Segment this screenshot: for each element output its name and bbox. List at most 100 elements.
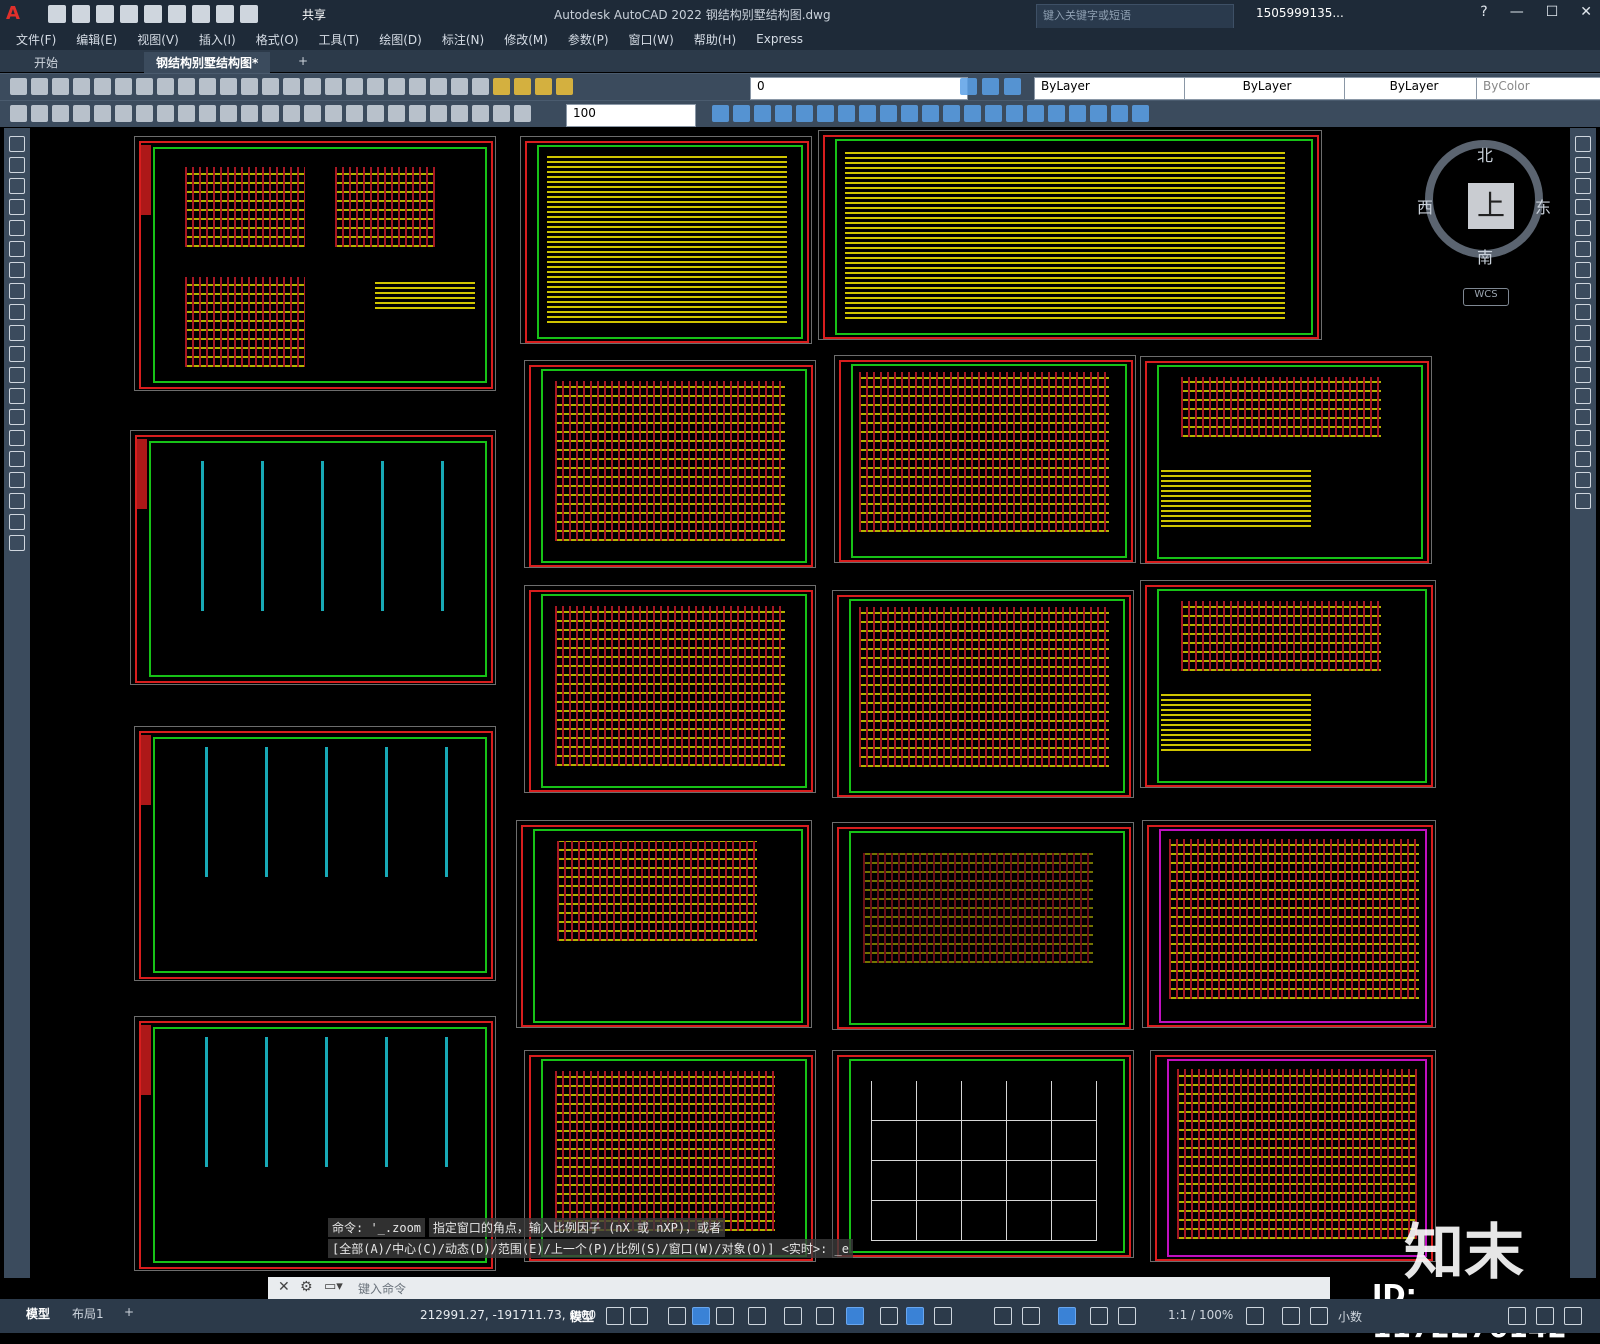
- lineweight-icon[interactable]: [880, 1307, 898, 1325]
- materials-icon[interactable]: [1090, 105, 1107, 122]
- fillet-icon[interactable]: [1575, 451, 1591, 467]
- table-icon[interactable]: [9, 493, 25, 509]
- drawing-sheet[interactable]: [134, 726, 496, 981]
- polygon-icon[interactable]: [9, 199, 25, 215]
- redo-icon[interactable]: [241, 78, 258, 95]
- menu-modify[interactable]: 修改(M): [504, 31, 548, 48]
- table-style-icon[interactable]: [472, 105, 489, 122]
- cut-icon[interactable]: [136, 78, 153, 95]
- drawing-sheet[interactable]: [520, 136, 812, 344]
- drawing-sheet[interactable]: [524, 585, 816, 793]
- menu-insert[interactable]: 插入(I): [199, 31, 236, 48]
- viewcube-top-face[interactable]: 上: [1468, 183, 1514, 229]
- pan-icon[interactable]: [262, 78, 279, 95]
- layer-previous-icon[interactable]: [982, 78, 999, 95]
- minimize-button[interactable]: —: [1510, 4, 1524, 20]
- undo-icon[interactable]: [220, 78, 237, 95]
- break-at-point-icon[interactable]: [1575, 367, 1591, 383]
- make-current-layer-icon[interactable]: [960, 78, 977, 95]
- box-icon[interactable]: [712, 105, 729, 122]
- mtext-icon[interactable]: [9, 514, 25, 530]
- open-icon[interactable]: [72, 5, 90, 23]
- offset-icon[interactable]: [1575, 199, 1591, 215]
- chamfer-icon[interactable]: [1575, 430, 1591, 446]
- auto-scale-icon[interactable]: [1118, 1307, 1136, 1325]
- web-save-icon[interactable]: [168, 5, 186, 23]
- gizmo-icon[interactable]: [1022, 1307, 1040, 1325]
- compass-south[interactable]: 南: [1477, 244, 1493, 268]
- menu-view[interactable]: 视图(V): [137, 31, 179, 48]
- menu-help[interactable]: 帮助(H): [694, 31, 736, 48]
- circle-icon[interactable]: [9, 262, 25, 278]
- search-input[interactable]: 键入关键字或短语: [1036, 4, 1234, 30]
- compass-west[interactable]: 西: [1417, 194, 1433, 218]
- snap-icon[interactable]: [630, 1307, 648, 1325]
- annotation-monitor-icon[interactable]: [1058, 1307, 1076, 1325]
- drawing-sheet[interactable]: [832, 590, 1134, 798]
- radius-dim-icon[interactable]: [94, 105, 111, 122]
- preview-icon[interactable]: [94, 78, 111, 95]
- infer-constraints-icon[interactable]: [668, 1307, 686, 1325]
- plot-icon[interactable]: [192, 5, 210, 23]
- revision-cloud-icon[interactable]: [9, 283, 25, 299]
- command-line[interactable]: ✕ ⚙ ▭▾ 键入命令: [268, 1277, 1330, 1299]
- drawing-sheet[interactable]: [1142, 820, 1436, 1028]
- ortho-icon[interactable]: [692, 1307, 710, 1325]
- jogged-linear-icon[interactable]: [346, 105, 363, 122]
- quick-dim-icon[interactable]: [178, 105, 195, 122]
- text-height-dropdown[interactable]: 100: [566, 104, 696, 127]
- calculator-icon[interactable]: [451, 78, 468, 95]
- menu-draw[interactable]: 绘图(D): [379, 31, 422, 48]
- menu-file[interactable]: 文件(F): [16, 31, 56, 48]
- publish-icon[interactable]: [115, 78, 132, 95]
- layer-manager-icon[interactable]: [493, 78, 510, 95]
- design-center-icon[interactable]: [367, 78, 384, 95]
- drawing-sheet[interactable]: [134, 136, 496, 391]
- menu-tools[interactable]: 工具(T): [319, 31, 360, 48]
- erase-icon[interactable]: [1575, 136, 1591, 152]
- ordinate-dim-icon[interactable]: [73, 105, 90, 122]
- grid-icon[interactable]: [606, 1307, 624, 1325]
- menu-edit[interactable]: 编辑(E): [76, 31, 117, 48]
- copy-icon[interactable]: [157, 78, 174, 95]
- lights-icon[interactable]: [1111, 105, 1128, 122]
- sun-icon[interactable]: [535, 78, 552, 95]
- zoom-realtime-icon[interactable]: [283, 78, 300, 95]
- plus-icon[interactable]: [1282, 1307, 1300, 1325]
- line-icon[interactable]: [9, 136, 25, 152]
- menu-dimension[interactable]: 标注(N): [442, 31, 484, 48]
- annotation-scale-icon[interactable]: [514, 105, 531, 122]
- layer-state-icon[interactable]: [1004, 78, 1021, 95]
- lock-icon[interactable]: [556, 78, 573, 95]
- menu-window[interactable]: 窗口(W): [629, 31, 674, 48]
- subtract-icon[interactable]: [964, 105, 981, 122]
- text-style-icon[interactable]: [451, 105, 468, 122]
- model-space-toggle[interactable]: 模型: [570, 1308, 594, 1325]
- drawing-sheet[interactable]: [1150, 1050, 1436, 1262]
- drawing-sheet[interactable]: [516, 820, 812, 1028]
- revolve-icon[interactable]: [880, 105, 897, 122]
- tab-layout1[interactable]: 布局1: [72, 1305, 104, 1322]
- trim-icon[interactable]: [1575, 325, 1591, 341]
- drawing-sheet[interactable]: [1140, 356, 1432, 564]
- drawing-sheet[interactable]: [524, 360, 816, 568]
- hatch-icon[interactable]: [9, 430, 25, 446]
- bulb-icon[interactable]: [514, 78, 531, 95]
- scale-icon[interactable]: [1575, 283, 1591, 299]
- region-icon[interactable]: [9, 472, 25, 488]
- rectangle-icon[interactable]: [9, 220, 25, 236]
- array-icon[interactable]: [1575, 220, 1591, 236]
- markup-icon[interactable]: [430, 78, 447, 95]
- compass-east[interactable]: 东: [1535, 194, 1551, 218]
- explode-icon[interactable]: [1575, 493, 1591, 509]
- tool-palettes-icon[interactable]: [388, 78, 405, 95]
- save-as-icon[interactable]: [120, 5, 138, 23]
- drawing-sheet[interactable]: [1140, 580, 1436, 788]
- selection-cycling-icon[interactable]: [934, 1307, 952, 1325]
- angular-dim-icon[interactable]: [157, 105, 174, 122]
- annotation-visibility-icon[interactable]: [1090, 1307, 1108, 1325]
- intersect-icon[interactable]: [985, 105, 1002, 122]
- redo-icon[interactable]: [240, 5, 258, 23]
- autocad-logo-icon[interactable]: A: [6, 4, 28, 24]
- union-icon[interactable]: [943, 105, 960, 122]
